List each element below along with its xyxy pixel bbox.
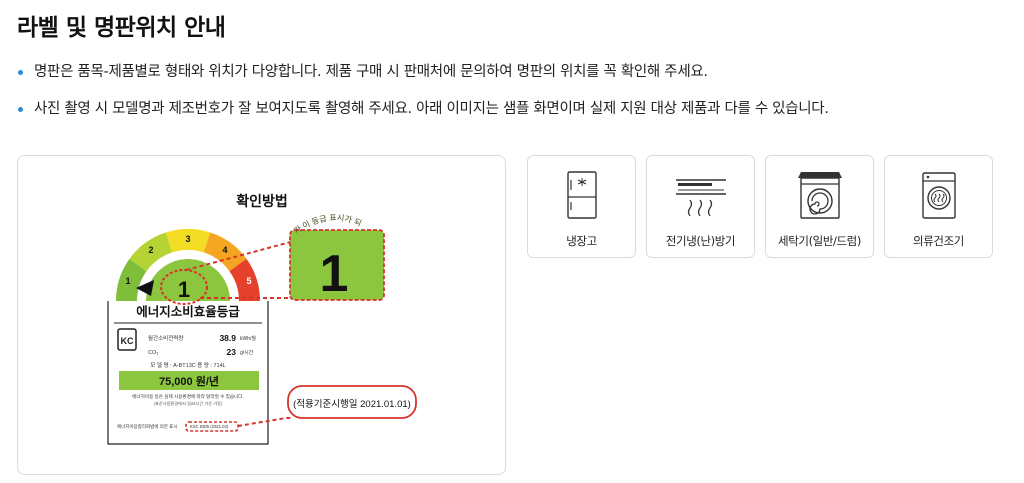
product-card-label: 세탁기(일반/드럼) (778, 234, 861, 248)
product-card-air-conditioner[interactable]: 전기냉(난)방기 (646, 155, 755, 258)
spec-value: 38.9 (219, 333, 236, 343)
product-card-refrigerator[interactable]: 냉장고 (527, 155, 636, 258)
grade-gauge: 1 2 3 4 5 1 (115, 228, 261, 305)
product-card-clothes-dryer[interactable]: 의류건조기 (884, 155, 993, 258)
notice-item: 사진 촬영 시 모델명과 제조번호가 잘 보여지도록 촬영해 주세요. 아래 이… (17, 99, 829, 119)
energy-label-sample-panel: 확인방법 1 2 3 4 5 1 가 이 등급 표시가 되 1 에너지소비효율등… (17, 155, 506, 475)
fine-print: (표준사용환경에서 일24시간 기준 가동) (154, 400, 223, 407)
label-footer-text: 에너지이용합리화법에 의한 표시 (117, 423, 177, 430)
fine-print: 에너지비용 등은 실제 사용환경에 따라 달라질 수 있습니다. (132, 393, 244, 400)
product-card-washing-machine[interactable]: 세탁기(일반/드럼) (765, 155, 874, 258)
notice-list: 명판은 품목-제품별로 형태와 위치가 다양합니다. 제품 구매 시 판매처에 … (17, 62, 829, 136)
how-to-check-heading: 확인방법 (236, 193, 288, 209)
spec-value: 23 (227, 347, 237, 357)
product-card-label: 냉장고 (566, 234, 597, 248)
svg-text:KC: KC (121, 336, 134, 346)
zoomed-grade-box: 가 이 등급 표시가 되 1 (289, 213, 385, 303)
callout-date-text: (적용기준시행일 2021.01.01) (293, 398, 411, 410)
grade-number: 1 (125, 276, 130, 286)
grade-number: 2 (148, 245, 153, 255)
grade-number: 5 (246, 276, 251, 286)
annual-cost: 75,000 원/년 (159, 374, 219, 388)
page-title: 라벨 및 명판위치 안내 (17, 15, 226, 41)
product-card-label: 전기냉(난)방기 (665, 234, 736, 248)
model-line: 모 델 명 : A-BT13C 용 량 : 714L (150, 361, 225, 369)
spec-name: 월간소비전력량 (148, 334, 183, 342)
washing-machine-icon (797, 172, 842, 219)
spec-unit: kWh/월 (240, 335, 256, 342)
grade-number: 4 (222, 245, 227, 255)
notice-item: 명판은 품목-제품별로 형태와 위치가 다양합니다. 제품 구매 시 판매처에 … (17, 62, 829, 82)
label-footer-code: KSC 9305 (2021.03) (190, 424, 229, 429)
zoomed-grade-number: 1 (320, 245, 349, 303)
air-conditioner-icon (675, 179, 726, 217)
clothes-dryer-icon (921, 172, 956, 219)
product-category-list: 냉장고 전기냉(난)방기 세탁기(일반/드럼) 의류건조기 (527, 155, 993, 258)
refrigerator-icon (566, 171, 597, 219)
grade-number: 3 (185, 234, 190, 244)
energy-label-title: 에너지소비효율등급 (136, 304, 240, 319)
spec-unit: g/시간 (240, 349, 254, 356)
energy-label-illustration: 확인방법 1 2 3 4 5 1 가 이 등급 표시가 되 1 에너지소비효율등… (107, 193, 417, 445)
spec-name: CO₂ (148, 350, 158, 356)
current-grade-number: 1 (178, 277, 190, 302)
product-card-label: 의류건조기 (913, 234, 964, 248)
